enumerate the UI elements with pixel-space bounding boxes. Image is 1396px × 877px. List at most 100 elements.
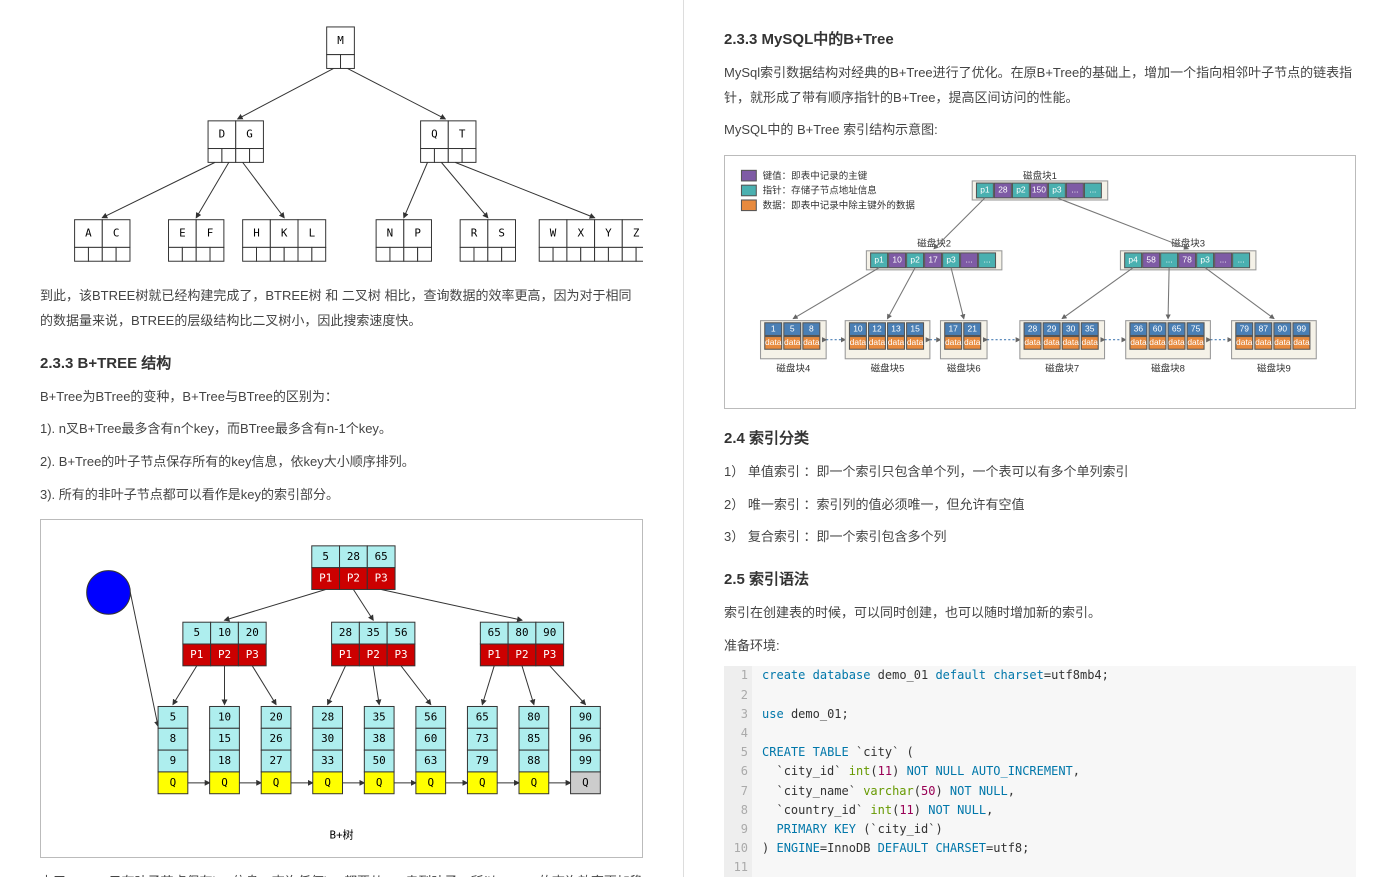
code-line: create database demo_01 default charset=… (752, 666, 1356, 685)
svg-text:13: 13 (891, 323, 901, 333)
svg-text:p1: p1 (980, 185, 990, 195)
svg-text:10: 10 (892, 255, 902, 265)
svg-text:60: 60 (1153, 323, 1163, 333)
svg-text:磁盘块8: 磁盘块8 (1151, 363, 1185, 375)
svg-text:Q: Q (221, 776, 228, 789)
svg-text:65: 65 (476, 711, 489, 724)
code-line: `city_name` varchar(50) NOT NULL, (752, 782, 1356, 801)
svg-text:Q: Q (582, 776, 589, 789)
svg-text:10: 10 (218, 626, 231, 639)
svg-text:W: W (550, 227, 557, 240)
svg-text:data: data (1187, 337, 1204, 347)
svg-text:56: 56 (424, 711, 437, 724)
svg-text:28: 28 (321, 711, 334, 724)
svg-text:data: data (1274, 337, 1291, 347)
svg-text:P3: P3 (543, 648, 556, 661)
bplus-svg: 52865P1P2P3 51020P1P2P3283556P1P2P365809… (49, 528, 634, 845)
svg-text:8: 8 (170, 732, 177, 745)
svg-text:26: 26 (270, 732, 283, 745)
svg-text:73: 73 (476, 732, 489, 745)
svg-text:p2: p2 (910, 255, 920, 265)
svg-text:30: 30 (1066, 323, 1076, 333)
svg-text:P1: P1 (190, 648, 203, 661)
svg-text:磁盘块7: 磁盘块7 (1045, 363, 1079, 375)
svg-text:P2: P2 (218, 648, 231, 661)
svg-text:P1: P1 (339, 648, 352, 661)
mysql-p1: MySql索引数据结构对经典的B+Tree进行了优化。在原B+Tree的基础上，… (724, 61, 1356, 110)
svg-text:79: 79 (1240, 323, 1250, 333)
svg-text:N: N (387, 227, 394, 240)
svg-text:9: 9 (170, 754, 177, 767)
svg-text:磁盘块9: 磁盘块9 (1257, 363, 1291, 375)
svg-text:E: E (179, 227, 186, 240)
svg-text:L: L (309, 227, 316, 240)
heading-24: 2.4 索引分类 (724, 427, 1356, 448)
svg-text:Q: Q (376, 776, 383, 789)
svg-text:data: data (1236, 337, 1253, 347)
svg-text:P2: P2 (367, 648, 380, 661)
svg-text:65: 65 (1172, 323, 1182, 333)
svg-text:B+树: B+树 (330, 828, 354, 842)
svg-text:38: 38 (373, 732, 386, 745)
svg-text:90: 90 (1278, 323, 1288, 333)
svg-text:P1: P1 (319, 572, 332, 585)
svg-text:data: data (1043, 337, 1060, 347)
svg-text:Q: Q (531, 776, 538, 789)
svg-text:键值：即表中记录的主键: 键值：即表中记录的主键 (763, 170, 868, 182)
heading-233b: 2.3.3 MySQL中的B+Tree (724, 28, 1356, 49)
mysql-p2: MySQL中的 B+Tree 索引结构示意图: (724, 118, 1356, 143)
heading-25: 2.5 索引语法 (724, 568, 1356, 589)
mysql-svg: 键值：即表中记录的主键 指针：存储子节点地址信息 数据：即表中记录中除主键外的数… (733, 164, 1347, 397)
btree-svg: M D G Q T ACEFHKLNPRSWXYZ (40, 22, 643, 269)
bplus-point-3: 3). 所有的非叶子节点都可以看作是key的索引部分。 (40, 483, 643, 508)
svg-text:28: 28 (339, 626, 352, 639)
svg-text:data: data (850, 337, 867, 347)
svg-text:20: 20 (246, 626, 259, 639)
svg-text:p1: p1 (874, 255, 884, 265)
svg-text:指针：存储子节点地址信息: 指针：存储子节点地址信息 (763, 185, 877, 197)
svg-text:5: 5 (170, 711, 177, 724)
svg-text:Q: Q (170, 776, 177, 789)
svg-text:data: data (907, 337, 924, 347)
svg-text:data: data (964, 337, 981, 347)
svg-text:P3: P3 (246, 648, 259, 661)
svg-text:G: G (246, 128, 253, 141)
p-25a: 索引在创建表的时候，可以同时创建，也可以随时增加新的索引。 (724, 601, 1356, 626)
svg-text:...: ... (966, 255, 973, 265)
svg-text:10: 10 (853, 323, 863, 333)
svg-text:5: 5 (322, 550, 329, 563)
svg-text:85: 85 (527, 732, 540, 745)
heading-233: 2.3.3 B+TREE 结构 (40, 352, 643, 373)
svg-text:58: 58 (1146, 255, 1156, 265)
code-line: `city_id` int(11) NOT NULL AUTO_INCREMEN… (752, 762, 1356, 781)
code-line: `country_id` int(11) NOT NULL, (752, 801, 1356, 820)
svg-text:Q: Q (324, 776, 331, 789)
svg-text:Q: Q (431, 128, 438, 141)
svg-text:...: ... (1220, 255, 1227, 265)
svg-text:28: 28 (347, 550, 360, 563)
svg-text:10: 10 (218, 711, 231, 724)
svg-text:S: S (498, 227, 505, 240)
svg-text:35: 35 (367, 626, 380, 639)
svg-text:15: 15 (218, 732, 231, 745)
svg-text:M: M (337, 34, 344, 47)
svg-text:99: 99 (1297, 323, 1307, 333)
btree-caption: 到此，该BTREE树就已经构建完成了，BTREE树 和 二叉树 相比，查询数据的… (40, 284, 643, 333)
svg-text:88: 88 (527, 754, 540, 767)
code-line: CREATE TABLE `city` ( (752, 743, 1356, 762)
svg-text:90: 90 (579, 711, 592, 724)
svg-text:21: 21 (968, 323, 978, 333)
svg-text:P2: P2 (515, 648, 528, 661)
svg-text:150: 150 (1032, 185, 1046, 195)
p-25b: 准备环境: (724, 634, 1356, 659)
code-line: PRIMARY KEY (`city_id`) (752, 820, 1356, 839)
svg-text:P: P (414, 227, 421, 240)
cls-3: 3） 复合索引 ：即一个索引包含多个列 (724, 525, 1356, 550)
svg-text:33: 33 (321, 754, 334, 767)
svg-text:35: 35 (373, 711, 386, 724)
svg-text:磁盘块2: 磁盘块2 (917, 238, 951, 250)
svg-text:Q: Q (273, 776, 280, 789)
svg-text:56: 56 (394, 626, 407, 639)
svg-text:P2: P2 (347, 572, 360, 585)
svg-text:磁盘块4: 磁盘块4 (776, 363, 811, 375)
